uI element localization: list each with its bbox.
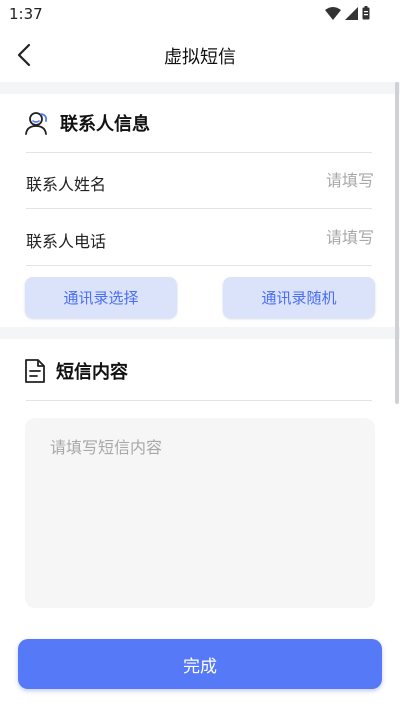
- cellular-signal-icon: [345, 6, 358, 20]
- sms-section-title: 短信内容: [56, 362, 128, 383]
- battery-icon: [362, 6, 370, 20]
- contact-section-header: 联系人信息: [24, 110, 150, 136]
- status-time: 1:37: [9, 5, 43, 23]
- contact-name-label: 联系人姓名: [26, 175, 107, 194]
- status-bar: 1:37: [0, 0, 400, 28]
- divider: [26, 152, 372, 153]
- status-icons: [325, 6, 370, 20]
- divider: [26, 265, 372, 266]
- sms-content-placeholder: 请填写短信内容: [50, 438, 163, 457]
- contacts-icon: [25, 112, 48, 135]
- page-title: 虚拟短信: [164, 47, 236, 68]
- contact-phone-input[interactable]: [214, 228, 374, 247]
- contact-phone-label: 联系人电话: [26, 232, 107, 251]
- divider: [26, 208, 372, 209]
- wifi-icon: [325, 6, 341, 20]
- scrollbar[interactable]: [395, 82, 399, 404]
- document-icon: [25, 359, 45, 383]
- section-gap: [0, 327, 400, 339]
- sms-content-textarea[interactable]: 请填写短信内容: [25, 418, 375, 608]
- contact-section: 联系人信息 联系人姓名 联系人电话 通讯录选择 通讯录随机: [0, 94, 400, 327]
- section-gap: [0, 82, 400, 94]
- contact-section-title: 联系人信息: [60, 114, 150, 135]
- contacts-select-button[interactable]: 通讯录选择: [25, 277, 177, 318]
- nav-bar: 虚拟短信: [0, 28, 400, 82]
- contact-name-input[interactable]: [214, 171, 374, 190]
- sms-section-header: 短信内容: [24, 358, 128, 384]
- divider: [26, 400, 372, 401]
- contacts-random-button[interactable]: 通讯录随机: [223, 277, 375, 318]
- done-button[interactable]: 完成: [18, 639, 382, 689]
